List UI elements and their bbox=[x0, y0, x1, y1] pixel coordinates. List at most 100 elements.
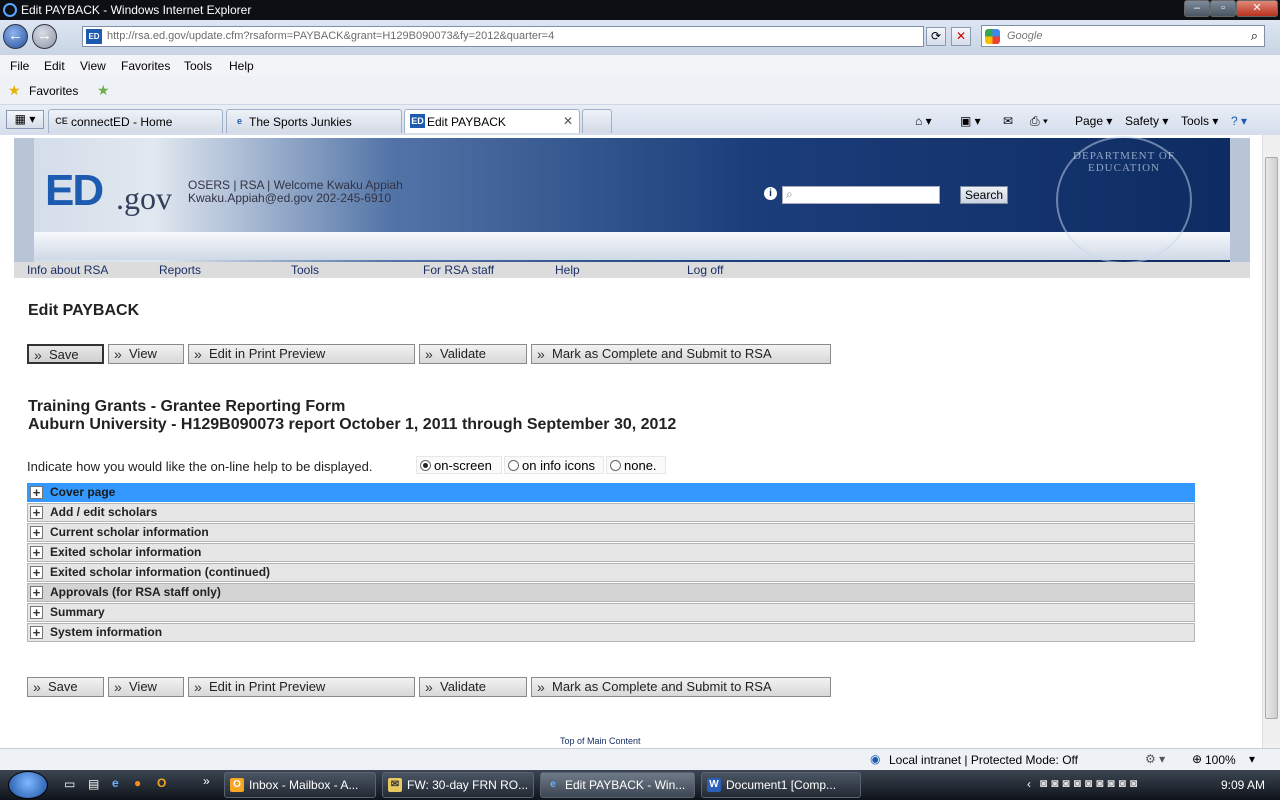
section-summary[interactable]: + Summary bbox=[27, 603, 1195, 622]
show-desktop-icon[interactable]: ▭ bbox=[64, 777, 75, 791]
word-icon: W bbox=[707, 778, 721, 792]
nav-tools[interactable]: Tools bbox=[291, 263, 319, 277]
quick-tabs-button[interactable]: ▦ ▾ bbox=[6, 110, 44, 129]
site-search-input[interactable]: ⌕ bbox=[782, 186, 940, 204]
window-title-bar: Edit PAYBACK - Windows Internet Explorer… bbox=[0, 0, 1280, 20]
stop-button[interactable]: ✕ bbox=[951, 27, 971, 46]
print-preview-button-bottom[interactable]: Edit in Print Preview bbox=[188, 677, 415, 697]
section-label: Add / edit scholars bbox=[50, 505, 158, 519]
minimize-button[interactable]: – bbox=[1184, 0, 1210, 17]
site-search-button[interactable]: Search bbox=[960, 186, 1008, 204]
start-button[interactable] bbox=[8, 771, 48, 799]
expand-icon[interactable]: + bbox=[30, 546, 43, 559]
view-button-bottom[interactable]: View bbox=[108, 677, 184, 697]
expand-icon[interactable]: + bbox=[30, 586, 43, 599]
menu-view[interactable]: View bbox=[80, 59, 106, 73]
header-links: OSERS | RSA | Welcome Kwaku Appiah bbox=[188, 178, 403, 192]
top-of-main-content-link[interactable]: Top of Main Content bbox=[560, 736, 641, 746]
vertical-scrollbar[interactable] bbox=[1262, 135, 1280, 748]
menu-favorites[interactable]: Favorites bbox=[121, 59, 170, 73]
system-tray-icons[interactable]: ◙◙◙◙◙◙◙◙◙ bbox=[1040, 776, 1141, 790]
maximize-button[interactable]: ▫ bbox=[1210, 0, 1236, 17]
expand-icon[interactable]: + bbox=[30, 566, 43, 579]
section-cover-page[interactable]: + Cover page bbox=[27, 483, 1195, 502]
view-button[interactable]: View bbox=[108, 344, 184, 364]
menu-tools[interactable]: Tools bbox=[184, 59, 212, 73]
tray-expand-icon[interactable]: ‹ bbox=[1027, 777, 1031, 791]
nav-for-rsa-staff[interactable]: For RSA staff bbox=[423, 263, 494, 277]
nav-reports[interactable]: Reports bbox=[159, 263, 201, 277]
outlook-launch-icon[interactable]: O bbox=[157, 776, 166, 790]
status-bar: ◉ Local intranet | Protected Mode: Off ⚙… bbox=[0, 748, 1280, 770]
help-info-icons-radio[interactable]: on info icons bbox=[504, 456, 604, 474]
expand-icon[interactable]: + bbox=[30, 526, 43, 539]
nav-info-about-rsa[interactable]: Info about RSA bbox=[27, 263, 108, 277]
security-zone[interactable]: Local intranet | Protected Mode: Off bbox=[889, 753, 1078, 767]
search-input[interactable]: Google ⌕ bbox=[981, 25, 1265, 47]
close-window-button[interactable]: ✕ bbox=[1236, 0, 1278, 17]
menu-file[interactable]: File bbox=[10, 59, 29, 73]
help-onscreen-radio[interactable]: on-screen bbox=[416, 456, 502, 474]
print-preview-button[interactable]: Edit in Print Preview bbox=[188, 344, 415, 364]
favorites-button[interactable]: Favorites bbox=[29, 84, 78, 98]
help-none-radio[interactable]: none. bbox=[606, 456, 666, 474]
zoom-level[interactable]: 100% bbox=[1205, 753, 1236, 767]
tools-menu[interactable]: Tools ▾ bbox=[1181, 114, 1218, 128]
more-quick-launch-icon[interactable]: » bbox=[203, 774, 210, 788]
taskbar-clock[interactable]: 9:09 AM bbox=[1221, 778, 1265, 792]
page-menu[interactable]: Page ▾ bbox=[1075, 114, 1112, 128]
nav-log-off[interactable]: Log off bbox=[687, 263, 723, 277]
safety-menu[interactable]: Safety ▾ bbox=[1125, 114, 1168, 128]
submit-button[interactable]: Mark as Complete and Submit to RSA bbox=[531, 344, 831, 364]
task-document1[interactable]: W Document1 [Comp... bbox=[701, 772, 861, 798]
save-button-bottom[interactable]: Save bbox=[27, 677, 104, 697]
radio-label: on-screen bbox=[434, 458, 492, 473]
refresh-button[interactable]: ⟳ bbox=[926, 27, 946, 46]
home-icon[interactable]: ⌂ ▾ bbox=[915, 114, 932, 128]
task-edit-payback[interactable]: e Edit PAYBACK - Win... bbox=[540, 772, 695, 798]
section-add-edit-scholars[interactable]: + Add / edit scholars bbox=[27, 503, 1195, 522]
print-icon[interactable]: ⎙ ▾ bbox=[1030, 114, 1048, 129]
ie-launch-icon[interactable]: e bbox=[112, 776, 119, 790]
new-tab-button[interactable] bbox=[582, 109, 612, 133]
zoom-dropdown-icon[interactable]: ▾ bbox=[1249, 752, 1255, 766]
scrollbar-thumb[interactable] bbox=[1265, 157, 1278, 719]
tab-sports-junkies[interactable]: e The Sports Junkies bbox=[226, 109, 402, 133]
radio-label: on info icons bbox=[522, 458, 595, 473]
validate-button-bottom[interactable]: Validate bbox=[419, 677, 527, 697]
ed-logo[interactable]: ED bbox=[45, 166, 104, 216]
firefox-launch-icon[interactable]: ● bbox=[134, 776, 141, 790]
section-system-information[interactable]: + System information bbox=[27, 623, 1195, 642]
forward-button[interactable]: → bbox=[32, 24, 57, 49]
tab-edit-payback[interactable]: ED Edit PAYBACK ✕ bbox=[404, 109, 580, 133]
close-tab-icon[interactable]: ✕ bbox=[563, 114, 573, 128]
department-seal: DEPARTMENT OF EDUCATION bbox=[1056, 136, 1192, 264]
tab-connected-home[interactable]: CE connectED - Home bbox=[48, 109, 223, 133]
submit-button-bottom[interactable]: Mark as Complete and Submit to RSA bbox=[531, 677, 831, 697]
section-approvals[interactable]: + Approvals (for RSA staff only) bbox=[27, 583, 1195, 602]
expand-icon[interactable]: + bbox=[30, 606, 43, 619]
nav-help[interactable]: Help bbox=[555, 263, 580, 277]
help-icon[interactable]: ? ▾ bbox=[1231, 114, 1247, 128]
expand-icon[interactable]: + bbox=[30, 486, 43, 499]
section-exited-scholar[interactable]: + Exited scholar information bbox=[27, 543, 1195, 562]
expand-icon[interactable]: + bbox=[30, 626, 43, 639]
section-current-scholar[interactable]: + Current scholar information bbox=[27, 523, 1195, 542]
task-fw-email[interactable]: ✉ FW: 30-day FRN RO... bbox=[382, 772, 534, 798]
save-button[interactable]: Save bbox=[27, 344, 104, 364]
task-inbox[interactable]: O Inbox - Mailbox - A... bbox=[224, 772, 376, 798]
menu-edit[interactable]: Edit bbox=[44, 59, 65, 73]
address-bar[interactable]: ED http://rsa.ed.gov/update.cfm?rsaform=… bbox=[82, 26, 924, 47]
expand-icon[interactable]: + bbox=[30, 506, 43, 519]
validate-button[interactable]: Validate bbox=[419, 344, 527, 364]
switch-windows-icon[interactable]: ▤ bbox=[88, 777, 99, 791]
info-icon[interactable]: i bbox=[764, 187, 777, 200]
add-favorite-icon[interactable]: ★ bbox=[97, 82, 110, 99]
address-url[interactable]: http://rsa.ed.gov/update.cfm?rsaform=PAY… bbox=[107, 30, 554, 42]
back-button[interactable]: ← bbox=[3, 24, 28, 49]
rss-feed-icon[interactable]: ▣ ▾ bbox=[960, 114, 981, 128]
search-go-icon[interactable]: ⌕ bbox=[1251, 28, 1258, 44]
mail-icon[interactable]: ✉ bbox=[1003, 114, 1013, 128]
section-exited-scholar-continued[interactable]: + Exited scholar information (continued) bbox=[27, 563, 1195, 582]
menu-help[interactable]: Help bbox=[229, 59, 254, 73]
